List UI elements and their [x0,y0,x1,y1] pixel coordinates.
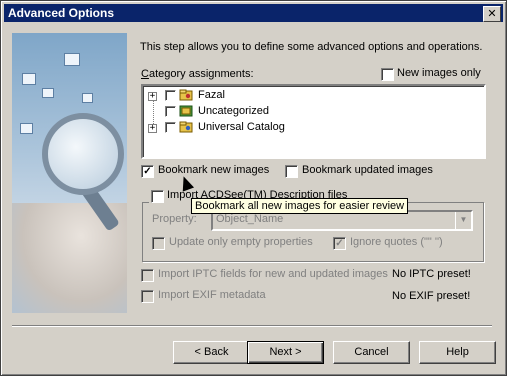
magnifier-hand-image [12,33,127,313]
expand-universal-catalog-icon[interactable]: + [148,124,157,133]
next-button[interactable]: Next > [247,341,324,364]
intro-text: This step allows you to define some adva… [140,41,483,53]
footer-separator [12,325,492,327]
tree-label-universal-catalog: Universal Catalog [198,121,285,133]
tree-item-universal-catalog[interactable]: + Universal Catalog [143,120,473,136]
update-empty-label[interactable]: Update only empty properties [169,236,313,248]
close-icon: ✕ [487,7,497,20]
close-button[interactable]: ✕ [483,6,501,22]
tree-label-fazal: Fazal [198,89,225,101]
update-empty-checkbox[interactable] [152,237,165,250]
bookmark-tooltip: Bookmark all new images for easier revie… [191,198,409,214]
uncategorized-icon [179,105,193,117]
tree-checkbox-fazal[interactable] [165,90,176,101]
tree-checkbox-universal-catalog[interactable] [165,122,176,133]
category-assignments-label-text: ategory assignments: [148,68,254,80]
category-tree[interactable]: + Fazal Uncategorized + Universal Catalo… [141,84,486,159]
bookmark-new-checkbox[interactable]: ✓ [141,165,154,178]
import-iptc-checkbox[interactable] [141,269,154,282]
category-folder-icon [179,121,193,133]
cancel-button[interactable]: Cancel [333,341,410,364]
import-iptc-label[interactable]: Import IPTC fields for new and updated i… [158,268,388,280]
bookmark-updated-checkbox[interactable] [285,165,298,178]
property-value: Object_Name [216,213,284,225]
import-exif-checkbox[interactable] [141,290,154,303]
expand-fazal-icon[interactable]: + [148,92,157,101]
iptc-status: No IPTC preset! [392,268,471,280]
property-label: Property: [152,213,197,225]
import-exif-label[interactable]: Import EXIF metadata [158,289,266,301]
help-button[interactable]: Help [419,341,496,364]
new-images-only-checkbox[interactable] [381,68,394,81]
chevron-down-icon[interactable]: ▼ [455,212,471,229]
window-title: Advanced Options [8,6,115,20]
bookmark-updated-label[interactable]: Bookmark updated images [302,164,433,176]
tree-item-uncategorized[interactable]: Uncategorized [143,104,473,120]
bookmark-new-label[interactable]: Bookmark new images [158,164,269,176]
back-button[interactable]: < Back [173,341,250,364]
category-assignments-label: Category assignments: [141,68,254,80]
tree-item-fazal[interactable]: + Fazal [143,88,473,104]
new-images-only-label[interactable]: New images only [397,67,481,79]
import-description-checkbox[interactable] [151,190,164,203]
tree-label-uncategorized: Uncategorized [198,105,269,117]
exif-status: No EXIF preset! [392,290,471,302]
ignore-quotes-label[interactable]: Ignore quotes ("" '') [350,236,443,248]
title-bar[interactable]: Advanced Options ✕ [4,4,503,22]
tree-checkbox-uncategorized[interactable] [165,106,176,117]
category-folder-icon [179,89,193,101]
ignore-quotes-checkbox[interactable]: ✓ [333,237,346,250]
